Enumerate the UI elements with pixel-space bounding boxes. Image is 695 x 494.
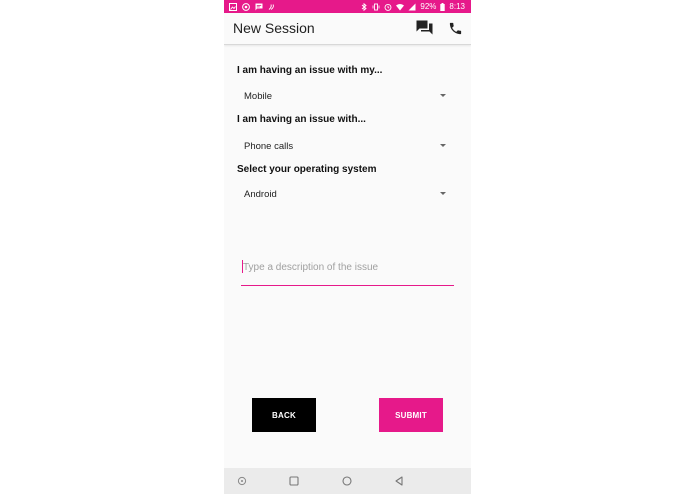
status-notifications bbox=[224, 2, 276, 11]
issue-label: I am having an issue with... bbox=[237, 114, 366, 125]
description-input[interactable] bbox=[243, 257, 448, 277]
phone-screen: 92% 8:13 New Session I am having an issu… bbox=[224, 0, 471, 494]
dropdown-arrow-icon bbox=[440, 144, 446, 147]
submit-button[interactable]: SUBMIT bbox=[379, 398, 443, 432]
submit-button-label: SUBMIT bbox=[395, 410, 427, 420]
os-dropdown[interactable]: Android bbox=[237, 185, 452, 203]
message-icon bbox=[255, 3, 263, 11]
back-icon bbox=[395, 476, 403, 486]
battery-icon bbox=[440, 2, 446, 11]
assistant-button[interactable] bbox=[236, 475, 248, 487]
recents-icon bbox=[289, 476, 299, 486]
alarm-icon bbox=[384, 3, 392, 11]
chrome-icon bbox=[242, 2, 250, 11]
chat-icon bbox=[416, 20, 432, 35]
image-icon bbox=[229, 2, 237, 11]
call-button[interactable] bbox=[446, 19, 464, 37]
device-dropdown-value: Mobile bbox=[244, 90, 272, 102]
back-button-label: BACK bbox=[272, 410, 296, 420]
status-bar: 92% 8:13 bbox=[224, 0, 471, 13]
status-time: 8:13 bbox=[449, 2, 465, 11]
phone-icon bbox=[449, 22, 461, 34]
issue-dropdown[interactable]: Phone calls bbox=[237, 137, 452, 155]
recents-button[interactable] bbox=[288, 475, 300, 487]
dropdown-arrow-icon bbox=[440, 94, 446, 97]
device-dropdown[interactable]: Mobile bbox=[237, 87, 452, 105]
back-nav-button[interactable] bbox=[393, 475, 405, 487]
os-label: Select your operating system bbox=[237, 164, 377, 175]
battery-percent: 92% bbox=[420, 2, 437, 11]
status-system: 92% 8:13 bbox=[360, 2, 471, 11]
vibrate-icon bbox=[372, 3, 380, 11]
wifi-icon bbox=[396, 3, 405, 11]
home-icon bbox=[342, 476, 352, 486]
app-bar: New Session bbox=[224, 13, 471, 45]
description-field[interactable] bbox=[241, 255, 454, 286]
dropdown-arrow-icon bbox=[440, 192, 446, 195]
signal-icon bbox=[408, 3, 416, 11]
navigation-bar bbox=[224, 468, 471, 494]
chat-button[interactable] bbox=[415, 19, 433, 37]
assistant-icon bbox=[237, 476, 247, 486]
issue-dropdown-value: Phone calls bbox=[244, 140, 294, 152]
page-title: New Session bbox=[233, 20, 315, 36]
bluetooth-icon bbox=[360, 2, 368, 11]
home-button[interactable] bbox=[341, 475, 353, 487]
back-button[interactable]: BACK bbox=[252, 398, 316, 432]
os-dropdown-value: Android bbox=[244, 188, 277, 200]
device-label: I am having an issue with my... bbox=[237, 65, 383, 76]
nfc-icon bbox=[268, 3, 276, 11]
